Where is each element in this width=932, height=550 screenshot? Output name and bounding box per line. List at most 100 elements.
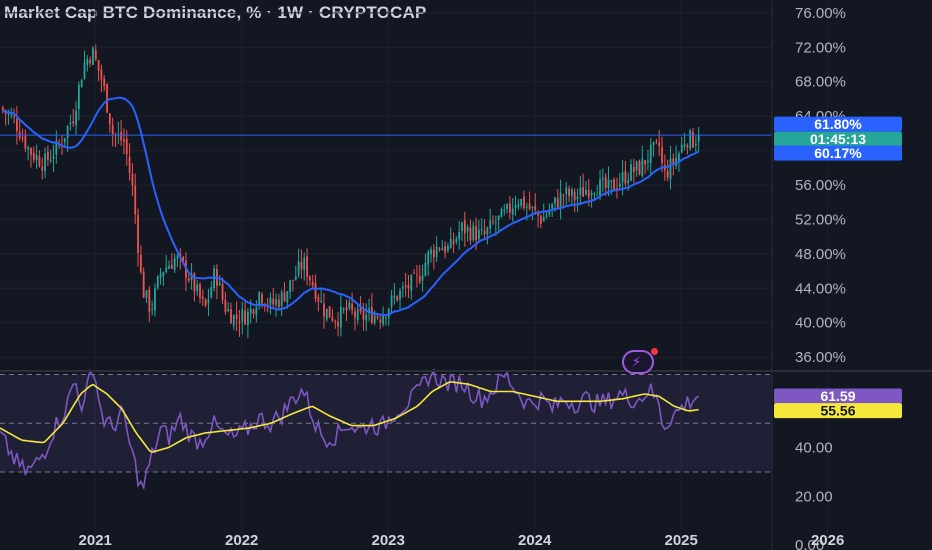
candle-body: [283, 292, 286, 302]
candle-body: [599, 179, 601, 197]
candle-body: [576, 196, 579, 199]
candle-body: [38, 156, 41, 167]
candle-body: [142, 271, 145, 298]
candle-body: [492, 221, 494, 223]
candle-body: [97, 59, 100, 71]
candle-body: [500, 209, 503, 218]
candle-body: [604, 176, 607, 188]
candle-body: [224, 299, 227, 312]
candle-body: [508, 203, 511, 213]
candle-body: [162, 272, 165, 276]
candle-body: [337, 321, 339, 327]
candle-body: [478, 229, 480, 240]
candle-body: [649, 144, 652, 163]
candle-body: [390, 295, 393, 307]
candle-body: [385, 317, 387, 319]
candle-body: [100, 69, 103, 80]
candle-body: [601, 178, 604, 180]
candle-body: [168, 265, 170, 269]
candle-body: [441, 248, 444, 251]
time-tick-label: 2021: [79, 532, 112, 549]
moving-average-line: [2, 96, 699, 316]
candle-body: [455, 238, 458, 242]
candle-body: [475, 226, 477, 241]
candle-body: [86, 59, 89, 65]
ma-value-badge: 60.17%: [814, 145, 862, 161]
candle-body: [342, 308, 345, 310]
price-tick-label: 48.00%: [795, 246, 846, 263]
candle-body: [523, 196, 525, 208]
price-axis[interactable]: 76.00%72.00%68.00%64.00%60.00%56.00%52.0…: [795, 5, 846, 366]
time-tick-label: 2024: [518, 532, 552, 549]
candle-body: [24, 135, 27, 149]
candle-body: [627, 180, 630, 184]
time-axis[interactable]: 2021 2022 2023 2024 2025 2026: [79, 532, 845, 549]
time-tick-label: 2022: [225, 532, 258, 549]
candle-body: [644, 160, 647, 165]
candle-body: [447, 245, 449, 251]
candle-body: [108, 113, 111, 125]
candle-body: [534, 205, 537, 211]
candle-body: [131, 173, 134, 186]
candle-body: [128, 156, 131, 173]
candle-body: [506, 204, 508, 210]
candle-body: [120, 131, 123, 141]
time-tick-label: 2023: [372, 532, 405, 549]
candle-body: [494, 222, 497, 224]
candle-body: [647, 160, 649, 163]
candle-body: [686, 145, 689, 148]
candle-body: [134, 185, 137, 215]
candle-body: [151, 308, 154, 310]
candle-body: [393, 295, 396, 298]
candle-body: [232, 315, 235, 326]
candle-body: [306, 256, 308, 278]
candle-body: [689, 130, 692, 149]
rsi-band: [0, 373, 772, 473]
candle-body: [556, 198, 559, 208]
candle-body: [520, 199, 523, 206]
candle-body: [480, 229, 483, 231]
candle-body: [573, 191, 576, 201]
candle-body: [292, 279, 294, 281]
candle-body: [201, 296, 204, 299]
candle-body: [111, 125, 114, 134]
rsi-ma-value-badge: 55.56: [820, 403, 855, 419]
candle-body: [289, 280, 292, 292]
candle-body: [697, 135, 700, 142]
candle-body: [286, 291, 289, 303]
candle-body: [351, 303, 354, 311]
candle-body: [559, 192, 562, 208]
candle-body: [582, 187, 585, 197]
rsi-band-fill: [0, 374, 772, 472]
candle-body: [531, 206, 534, 209]
candle-body: [514, 205, 517, 209]
rsi-tick-label: 40.00: [795, 440, 833, 457]
candle-body: [542, 217, 545, 222]
candle-body: [410, 275, 413, 291]
candle-body: [680, 144, 683, 153]
candle-body: [44, 153, 46, 172]
price-tick-label: 56.00%: [795, 177, 846, 194]
candle-body: [165, 267, 168, 272]
chart-canvas[interactable]: 76.00%72.00%68.00%64.00%60.00%56.00%52.0…: [0, 0, 932, 550]
candle-body: [199, 284, 201, 299]
alert-lightning-icon[interactable]: ⚡: [622, 348, 658, 374]
candle-body: [562, 195, 565, 197]
price-tick-label: 36.00%: [795, 349, 846, 366]
candle-body: [218, 282, 221, 286]
candle-body: [320, 300, 323, 302]
candle-body: [52, 156, 55, 159]
candle-body: [170, 264, 173, 269]
candle-body: [323, 303, 325, 317]
candle-body: [503, 210, 506, 212]
candle-body: [325, 308, 328, 320]
candle-body: [466, 226, 469, 232]
candle-body: [421, 275, 424, 281]
candle-body: [404, 285, 407, 287]
candle-body: [308, 276, 311, 281]
candle-body: [275, 299, 277, 305]
candle-body: [80, 79, 83, 88]
price-tick-label: 52.00%: [795, 211, 846, 228]
candle-body: [297, 261, 300, 275]
candle-body: [379, 319, 382, 323]
